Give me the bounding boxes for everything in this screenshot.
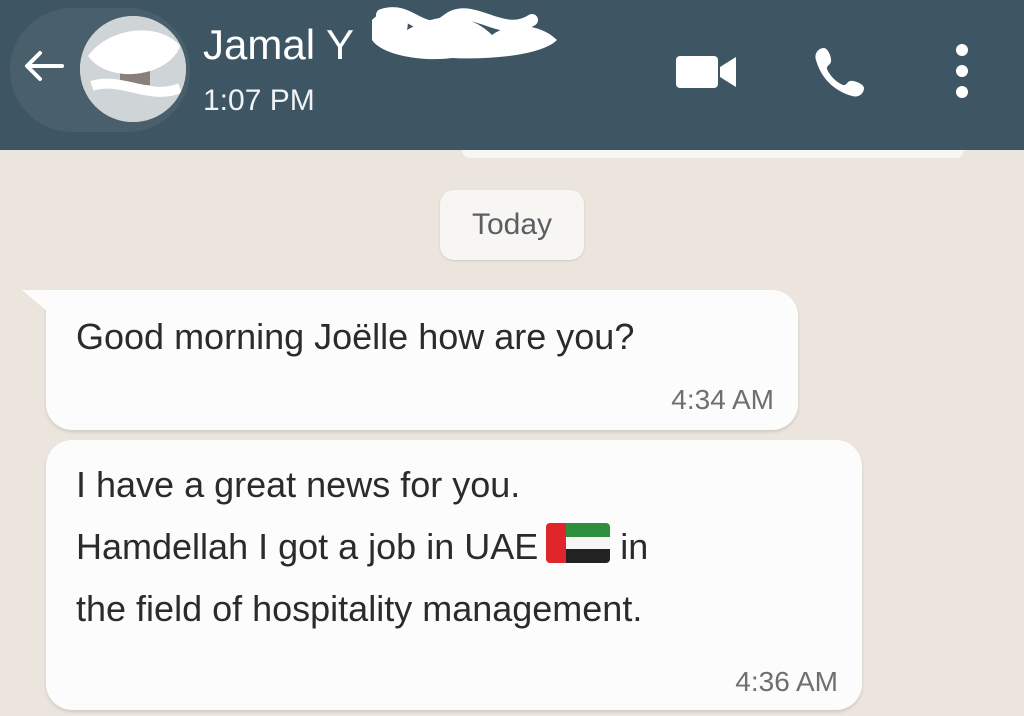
avatar[interactable] <box>80 16 186 122</box>
incoming-message[interactable]: Good morning Joëlle how are you? 4:34 AM <box>22 290 798 430</box>
message-text: Good morning Joëlle how are you? <box>76 306 634 368</box>
uae-flag-emoji <box>546 523 611 563</box>
message-line: Good morning Joëlle how are you? <box>76 316 635 357</box>
message-text: I have a great news for you. Hamdellah I… <box>76 454 648 640</box>
redaction-scribble <box>372 7 557 60</box>
message-line: Hamdellah I got a job in UAE in <box>76 516 648 578</box>
video-camera-icon[interactable] <box>674 52 738 92</box>
previous-message-edge <box>462 150 964 158</box>
more-vertical-icon[interactable] <box>948 42 976 100</box>
bubble-tail <box>22 290 48 312</box>
message-line: the field of hospitality management. <box>76 588 643 629</box>
avatar-photo <box>80 16 186 122</box>
phone-icon[interactable] <box>812 44 868 100</box>
message-time: 4:36 AM <box>735 666 838 697</box>
chat-header: Jamal Y 1:07 PM <box>0 0 1024 150</box>
message-line-part: Hamdellah I got a job in UAE <box>76 526 539 567</box>
message-line: I have a great news for you. <box>76 464 521 505</box>
last-seen-time: 1:07 PM <box>203 84 315 117</box>
arrow-left-icon[interactable] <box>22 48 66 84</box>
message-line-part: in <box>620 526 649 567</box>
contact-name[interactable]: Jamal Y <box>203 20 354 70</box>
date-separator: Today <box>440 190 584 260</box>
incoming-message[interactable]: I have a great news for you. Hamdellah I… <box>46 440 862 710</box>
message-time: 4:34 AM <box>671 384 774 415</box>
